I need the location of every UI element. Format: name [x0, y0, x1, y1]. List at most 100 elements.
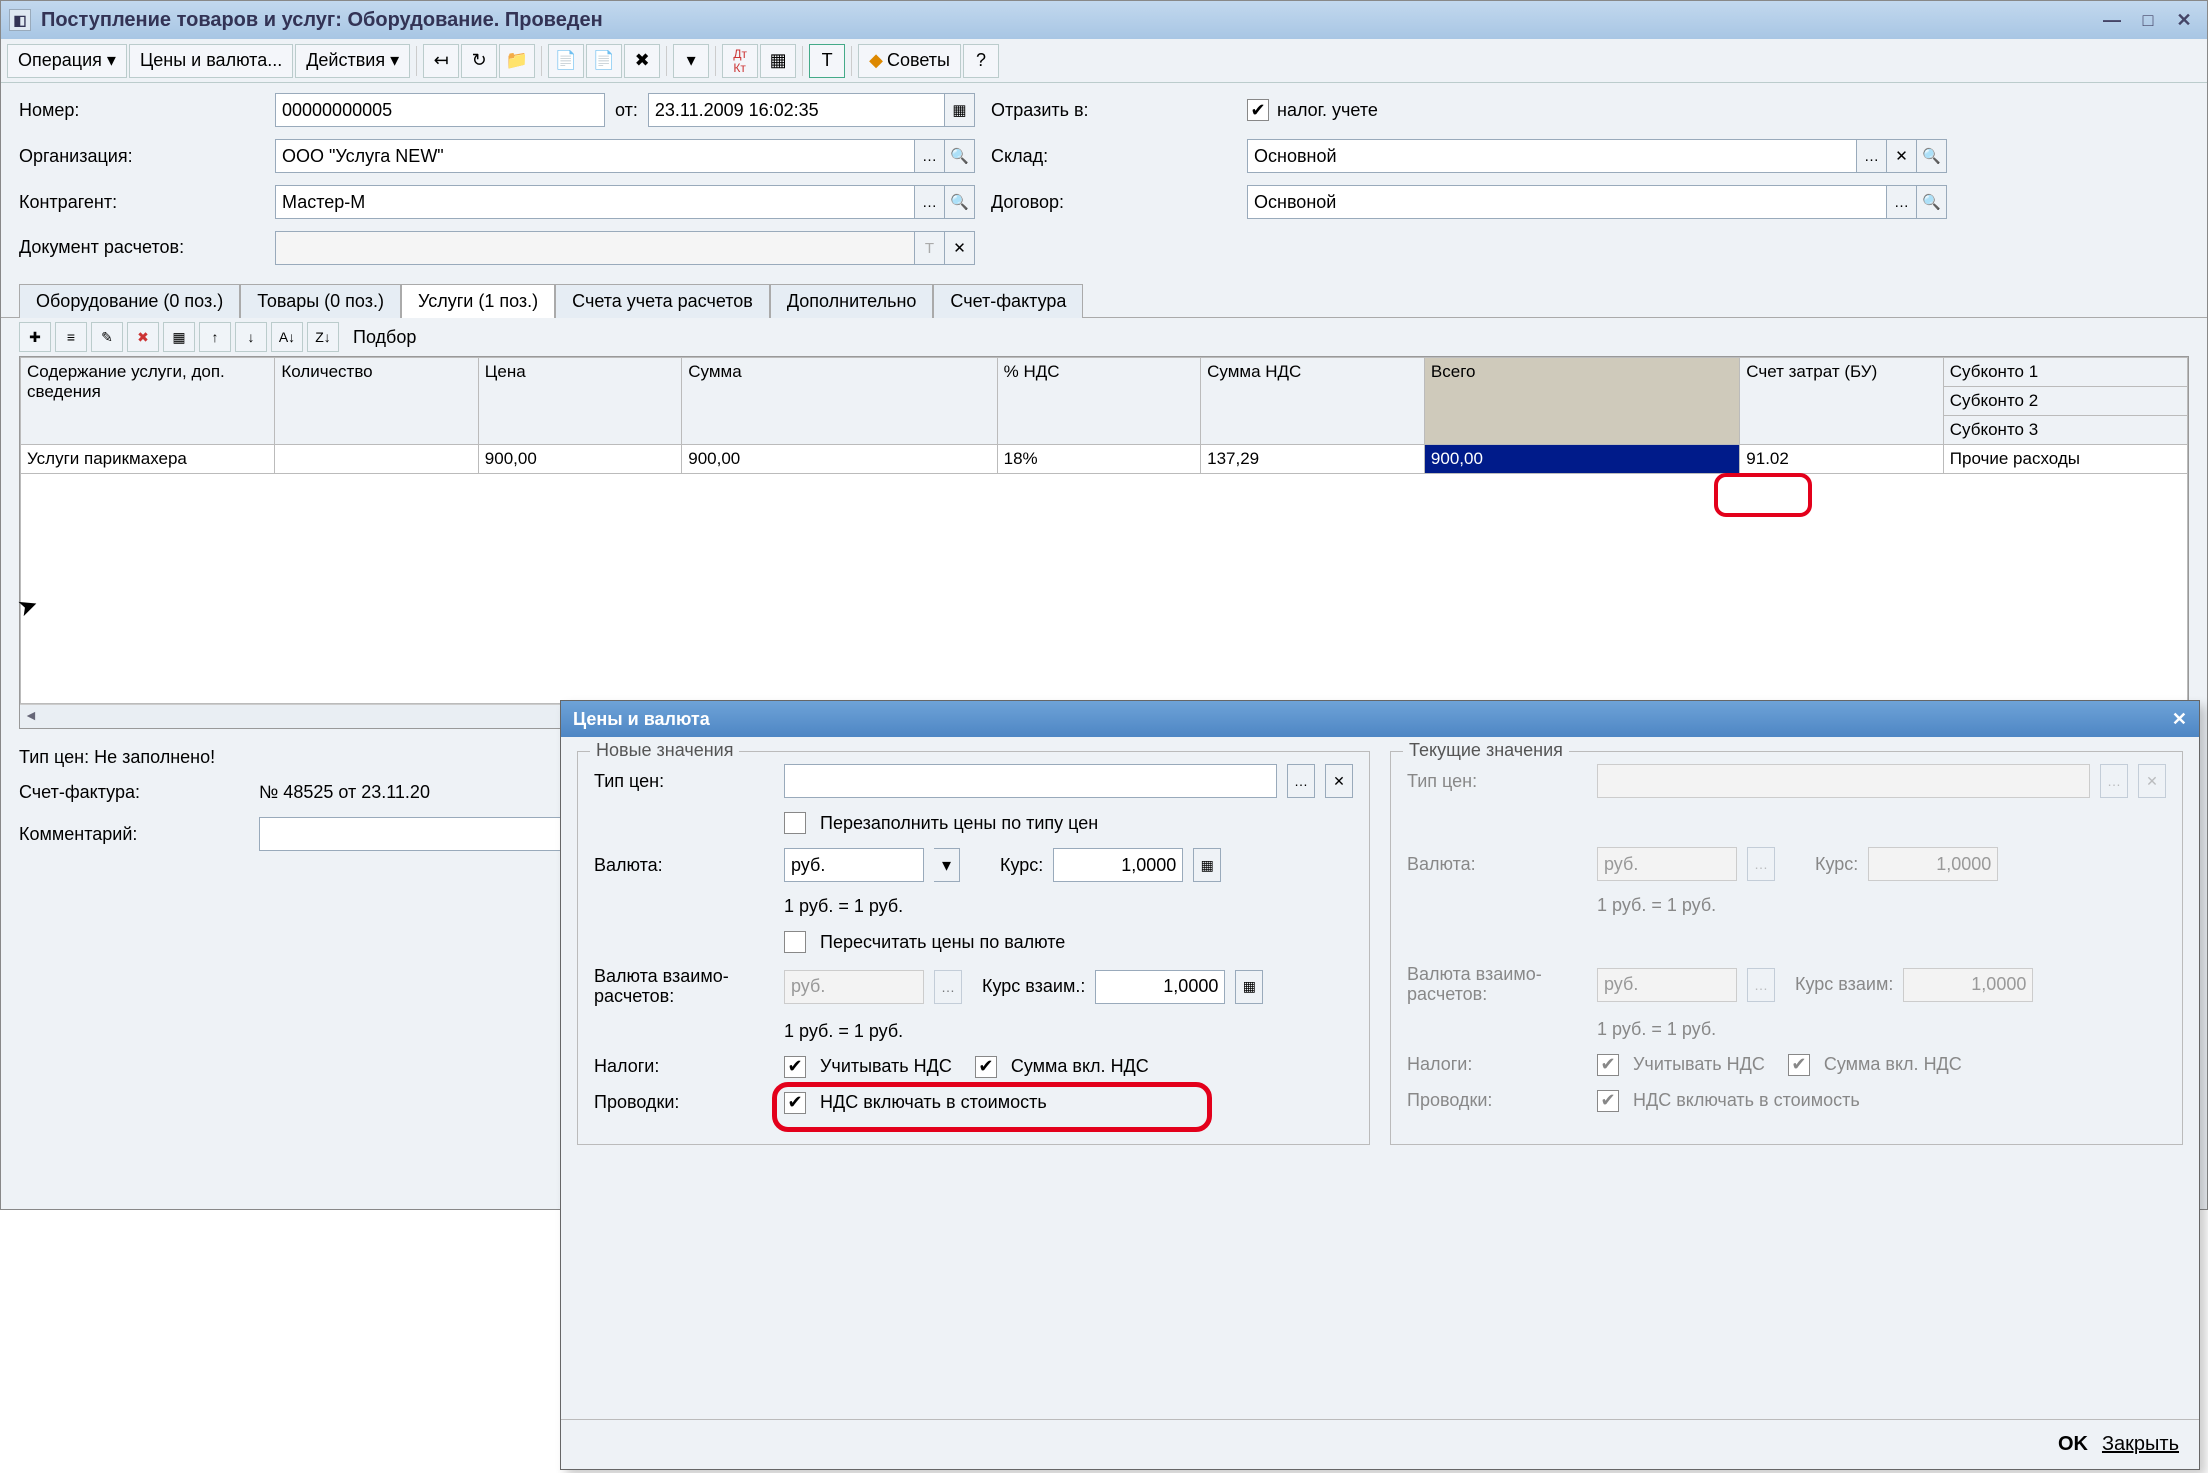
grid-add-icon[interactable]: ✚ [19, 322, 51, 352]
valuta-dd-icon[interactable]: ▾ [934, 848, 960, 882]
tabs: Оборудование (0 поз.) Товары (0 поз.) Ус… [1, 283, 2207, 318]
sklad-search-icon[interactable]: 🔍 [1917, 139, 1947, 173]
contr-search-icon[interactable]: 🔍 [945, 185, 975, 219]
refill-checkbox[interactable] [784, 812, 806, 834]
tab-services[interactable]: Услуги (1 поз.) [401, 284, 555, 318]
tip-cen-clear-icon[interactable]: ✕ [1325, 764, 1353, 798]
dogovor-label: Договор: [991, 192, 1231, 213]
docras-input[interactable] [275, 231, 915, 265]
cell-price[interactable]: 900,00 [478, 445, 681, 474]
cell-sum[interactable]: 900,00 [682, 445, 997, 474]
grid-sort2-icon[interactable]: Z↓ [307, 322, 339, 352]
nav-back-icon[interactable]: ↤ [423, 44, 459, 78]
col-sub2[interactable]: Субконто 2 [1943, 387, 2187, 416]
tab-invoice[interactable]: Счет-фактура [933, 284, 1083, 318]
org-input[interactable] [275, 139, 915, 173]
dogovor-input[interactable] [1247, 185, 1887, 219]
cell-service[interactable]: Услуги парикмахера [21, 445, 275, 474]
org-search-icon[interactable]: 🔍 [945, 139, 975, 173]
kursvz-input-n[interactable]: 1,0000 [1095, 970, 1225, 1004]
new-values-group: Новые значения Тип цен: … ✕ Перезаполнит… [577, 751, 1370, 1145]
dialog-title: Цены и валюта [573, 709, 710, 730]
docras-t-icon[interactable]: T [915, 231, 945, 265]
cell-total[interactable]: 900,00 [1424, 445, 1739, 474]
date-input[interactable] [648, 93, 945, 127]
col-total[interactable]: Всего [1424, 358, 1739, 445]
kurs-calc-icon[interactable]: ▦ [1193, 848, 1221, 882]
org-ellipsis-icon[interactable]: … [915, 139, 945, 173]
cell-vatp[interactable]: 18% [997, 445, 1200, 474]
doc-dd-icon[interactable]: ▾ [673, 44, 709, 78]
grid-add2-icon[interactable]: ≡ [55, 322, 87, 352]
doc1-icon[interactable]: 📄 [548, 44, 584, 78]
docras-clear-icon[interactable]: ✕ [945, 231, 975, 265]
tab-accounts[interactable]: Счета учета расчетов [555, 284, 770, 318]
actions-menu[interactable]: Действия ▾ [295, 44, 410, 78]
col-qty[interactable]: Количество [275, 358, 478, 445]
recalc-checkbox[interactable] [784, 931, 806, 953]
help-icon[interactable]: ? [963, 44, 999, 78]
cell-vatsum[interactable]: 137,29 [1201, 445, 1425, 474]
grid-down-icon[interactable]: ↓ [235, 322, 267, 352]
valuta-input-n[interactable]: руб. [784, 848, 924, 882]
col-vatsum[interactable]: Сумма НДС [1201, 358, 1425, 445]
prices-currency-button[interactable]: Цены и валюта... [129, 44, 293, 78]
dogovor-search-icon[interactable]: 🔍 [1917, 185, 1947, 219]
refresh-icon[interactable]: ↻ [461, 44, 497, 78]
col-acct[interactable]: Счет затрат (БУ) [1740, 358, 1943, 445]
tab-equipment[interactable]: Оборудование (0 поз.) [19, 284, 240, 318]
docx-icon[interactable]: ✖ [624, 44, 660, 78]
ok-button[interactable]: OK [2058, 1433, 2088, 1456]
contr-ellipsis-icon[interactable]: … [915, 185, 945, 219]
dialog-close-icon[interactable]: ✕ [2172, 709, 2187, 730]
tax1-checkbox-n[interactable]: ✔ [784, 1056, 806, 1078]
doc2-icon[interactable]: 📄 [586, 44, 622, 78]
tab-goods[interactable]: Товары (0 поз.) [240, 284, 401, 318]
cell-qty[interactable] [275, 445, 478, 474]
cell-acct[interactable]: 91.02 [1740, 445, 1943, 474]
tax2-checkbox-n[interactable]: ✔ [975, 1056, 997, 1078]
kursvz-calc-icon[interactable]: ▦ [1235, 970, 1263, 1004]
tab-additional[interactable]: Дополнительно [770, 284, 934, 318]
sklad-input[interactable] [1247, 139, 1857, 173]
calendar-icon[interactable]: ▦ [945, 93, 975, 127]
cell-sub1[interactable]: Прочие расходы [1943, 445, 2187, 474]
sklad-ellipsis-icon[interactable]: … [1857, 139, 1887, 173]
reflect-checkbox[interactable]: ✔ [1247, 99, 1269, 121]
new-values-legend: Новые значения [590, 740, 739, 761]
sf-label: Счет-фактура: [19, 782, 259, 803]
valuta-label-c: Валюта: [1407, 854, 1587, 875]
col-sub1[interactable]: Субконто 1 [1943, 358, 2187, 387]
grid-sort1-icon[interactable]: A↓ [271, 322, 303, 352]
close-button[interactable]: ✕ [2169, 8, 2199, 32]
minimize-button[interactable]: — [2097, 8, 2127, 32]
dtkt-icon[interactable]: ДтКт [722, 44, 758, 78]
tip-cen-input-n[interactable] [784, 764, 1277, 798]
col-vatp[interactable]: % НДС [997, 358, 1200, 445]
advice-button[interactable]: ◆ Советы [858, 44, 961, 78]
table-row[interactable]: Услуги парикмахера 900,00 900,00 18% 137… [21, 445, 2188, 474]
operation-menu[interactable]: Операция ▾ [7, 44, 127, 78]
maximize-button[interactable]: □ [2133, 8, 2163, 32]
folder-icon[interactable]: 📁 [499, 44, 535, 78]
tt-icon[interactable]: T [809, 44, 845, 78]
col-price[interactable]: Цена [478, 358, 681, 445]
sklad-clear-icon[interactable]: ✕ [1887, 139, 1917, 173]
grid-up-icon[interactable]: ↑ [199, 322, 231, 352]
col-sum[interactable]: Сумма [682, 358, 997, 445]
dogovor-ellipsis-icon[interactable]: … [1887, 185, 1917, 219]
col-service[interactable]: Содержание услуги, доп. сведения [21, 358, 275, 445]
close-button-dialog[interactable]: Закрыть [2102, 1433, 2179, 1456]
podbor-button[interactable]: Подбор [353, 327, 416, 348]
kurs-input-n[interactable]: 1,0000 [1053, 848, 1183, 882]
col-sub3[interactable]: Субконто 3 [1943, 416, 2187, 445]
tip-cen-ellipsis-icon[interactable]: … [1287, 764, 1315, 798]
contr-input[interactable] [275, 185, 915, 219]
grid-edit-icon[interactable]: ✎ [91, 322, 123, 352]
tip-cen-label-n: Тип цен: [594, 771, 774, 792]
prov-checkbox-n[interactable]: ✔ [784, 1092, 806, 1114]
number-input[interactable] [275, 93, 605, 127]
grid-del-icon[interactable]: ✖ [127, 322, 159, 352]
report-icon[interactable]: ▦ [760, 44, 796, 78]
grid-copy-icon[interactable]: ▦ [163, 322, 195, 352]
